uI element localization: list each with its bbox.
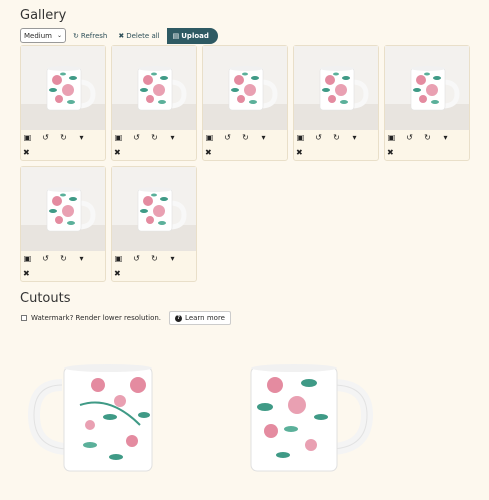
cutout-image-2 [235, 345, 395, 475]
caret-down-icon[interactable]: ▾ [168, 254, 177, 263]
delete-icon[interactable]: ✖ [114, 269, 121, 278]
mug-photo[interactable] [203, 46, 287, 130]
delete-icon[interactable]: ✖ [296, 148, 303, 157]
watermark-label: Watermark? Render lower resolution. [31, 314, 162, 322]
card-controls: ▣ ↺ ↻ ▾ [114, 133, 177, 142]
delete-icon[interactable]: ✖ [387, 148, 394, 157]
caret-down-icon[interactable]: ▾ [168, 133, 177, 142]
rotate-left-icon[interactable]: ↺ [41, 133, 50, 142]
rotate-right-icon[interactable]: ↻ [59, 133, 68, 142]
mug-photo[interactable] [21, 167, 105, 251]
delete-icon[interactable]: ✖ [23, 148, 30, 157]
delete-icon[interactable]: ✖ [114, 148, 121, 157]
card-controls: ▣ ↺ ↻ ▾ [205, 133, 268, 142]
rotate-right-icon[interactable]: ↻ [241, 133, 250, 142]
rotate-left-icon[interactable]: ↺ [41, 254, 50, 263]
card-controls: ▣ ↺ ↻ ▾ [23, 133, 86, 142]
delete-icon[interactable]: ✖ [23, 269, 30, 278]
delete-icon[interactable]: ✖ [205, 148, 212, 157]
refresh-button[interactable]: ↻ Refresh [69, 28, 111, 43]
copy-icon[interactable]: ▣ [23, 133, 32, 142]
gallery-card: ▣ ↺ ↻ ▾ ✖ [20, 45, 106, 161]
rotate-left-icon[interactable]: ↺ [223, 133, 232, 142]
learn-more-button[interactable]: ? Learn more [169, 311, 231, 325]
upload-icon: ▤ [172, 31, 180, 40]
size-select[interactable]: Medium ⌄ [20, 28, 67, 43]
rotate-left-icon[interactable]: ↺ [405, 133, 414, 142]
gallery-card: ▣ ↺ ↻ ▾ ✖ [111, 45, 197, 161]
gallery-card: ▣ ↺ ↻ ▾ ✖ [384, 45, 470, 161]
gallery-card: ▣ ↺ ↻ ▾ ✖ [293, 45, 379, 161]
watermark-option: Watermark? Render lower resolution. ? Le… [21, 311, 231, 325]
chevron-down-icon: ⌄ [57, 32, 63, 39]
size-select-value: Medium [24, 31, 52, 40]
refresh-icon: ↻ [73, 31, 79, 40]
copy-icon[interactable]: ▣ [205, 133, 214, 142]
close-icon: ✖ [118, 31, 125, 40]
gallery-card: ▣ ↺ ↻ ▾ ✖ [20, 166, 106, 282]
rotate-right-icon[interactable]: ↻ [332, 133, 341, 142]
rotate-left-icon[interactable]: ↺ [132, 254, 141, 263]
rotate-right-icon[interactable]: ↻ [59, 254, 68, 263]
watermark-checkbox[interactable] [21, 315, 27, 321]
rotate-left-icon[interactable]: ↺ [132, 133, 141, 142]
caret-down-icon[interactable]: ▾ [77, 254, 86, 263]
caret-down-icon[interactable]: ▾ [259, 133, 268, 142]
delete-all-button[interactable]: ✖ Delete all [114, 28, 163, 43]
rotate-right-icon[interactable]: ↻ [150, 133, 159, 142]
cutout-image-1 [20, 345, 180, 475]
mug-photo[interactable] [21, 46, 105, 130]
copy-icon[interactable]: ▣ [296, 133, 305, 142]
rotate-left-icon[interactable]: ↺ [314, 133, 323, 142]
rotate-right-icon[interactable]: ↻ [150, 254, 159, 263]
rotate-right-icon[interactable]: ↻ [423, 133, 432, 142]
gallery-title: Gallery [20, 8, 67, 23]
caret-down-icon[interactable]: ▾ [350, 133, 359, 142]
mug-photo[interactable] [112, 167, 196, 251]
mug-photo[interactable] [112, 46, 196, 130]
gallery-toolbar: Medium ⌄ ↻ Refresh ✖ Delete all ▤ Upload [20, 27, 218, 44]
card-controls: ▣ ↺ ↻ ▾ [387, 133, 450, 142]
card-controls: ▣ ↺ ↻ ▾ [23, 254, 86, 263]
gallery-card: ▣ ↺ ↻ ▾ ✖ [202, 45, 288, 161]
upload-button[interactable]: ▤ Upload [166, 27, 218, 44]
copy-icon[interactable]: ▣ [114, 133, 123, 142]
copy-icon[interactable]: ▣ [387, 133, 396, 142]
mug-photo[interactable] [385, 46, 469, 130]
copy-icon[interactable]: ▣ [23, 254, 32, 263]
card-controls: ▣ ↺ ↻ ▾ [114, 254, 177, 263]
caret-down-icon[interactable]: ▾ [77, 133, 86, 142]
gallery-card: ▣ ↺ ↻ ▾ ✖ [111, 166, 197, 282]
cutouts-title: Cutouts [20, 291, 71, 306]
copy-icon[interactable]: ▣ [114, 254, 123, 263]
question-icon: ? [175, 314, 183, 322]
caret-down-icon[interactable]: ▾ [441, 133, 450, 142]
card-controls: ▣ ↺ ↻ ▾ [296, 133, 359, 142]
mug-photo[interactable] [294, 46, 378, 130]
